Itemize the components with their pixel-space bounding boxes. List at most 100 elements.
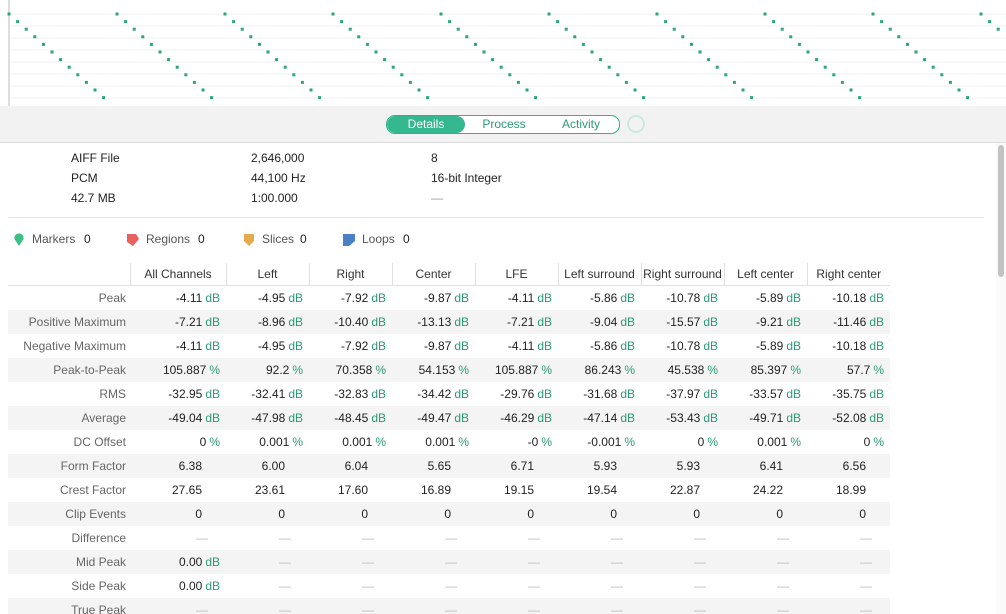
cell-value: 0 [278,507,285,521]
vertical-scrollbar[interactable] [996,143,1006,614]
cell-value: 27.65 [171,483,202,497]
cell-unit: dB [454,291,469,305]
table-cell: — [392,598,475,614]
row-label: Average [8,406,130,430]
table-cell: -5.86 dB [558,286,641,311]
cell-unit: dB [703,339,718,353]
scrollbar-thumb[interactable] [998,145,1004,277]
cell-unit: dB [371,315,386,329]
table-cell: -4.11 dB [475,286,558,311]
table-row: Mid Peak 0.00 dB — — — — — — — — [8,550,890,574]
table-cell: -49.47 dB [392,406,475,430]
column-header[interactable]: Center [391,263,475,286]
cell-value: 0 [859,507,866,521]
cell-value: -4.95 [257,339,286,353]
table-cell: — [807,550,890,574]
cell-value: 0.00 [178,555,203,569]
table-cell: -31.68 dB [558,382,641,406]
waveform-overview[interactable] [0,0,1006,107]
tab-process[interactable]: Process [465,116,543,133]
table-cell: — [226,574,309,598]
tab-details[interactable]: Details [387,116,465,133]
cell-value: -29.76 [500,387,535,401]
table-cell: 0.001% [724,430,807,454]
table-cell: -4.11 dB [130,286,226,311]
column-header[interactable]: LFE [474,263,558,286]
cell-value: -10.18 [832,339,867,353]
cell-value: 0.00 [178,579,203,593]
table-cell: — [558,598,641,614]
table-cell: — [807,526,890,550]
table-cell: -33.57 dB [724,382,807,406]
count-label: Loops [362,232,395,246]
table-cell: -47.14 dB [558,406,641,430]
cell-value: — [445,531,457,545]
cell-value: -49.71 [749,411,784,425]
cell-value: — [694,555,706,569]
cell-value: 6.00 [261,459,285,473]
cell-value: -49.04 [168,411,203,425]
table-row: Side Peak 0.00 dB — — — — — — — — [8,574,890,598]
row-label: Peak [98,291,126,305]
table-cell: 86.243% [558,358,641,382]
cell-unit: dB [620,315,635,329]
column-header[interactable]: Right [308,263,392,286]
table-cell: — [807,598,890,614]
table-cell: 6.04 [309,454,392,478]
table-cell: -49.04 dB [130,406,226,430]
table-cell: 70.358% [309,358,392,382]
table-cell: -7.92 dB [309,286,392,311]
cell-value: 0 [697,435,705,449]
cell-value: — [777,603,789,614]
table-cell: — [226,598,309,614]
cell-value: -15.57 [666,315,701,329]
column-header[interactable]: Right surround [640,263,724,286]
tab-activity[interactable]: Activity [543,116,619,133]
cell-value: 0 [199,435,207,449]
table-cell: 0 [558,502,641,526]
cell-value: 22.87 [669,483,700,497]
table-cell: 5.93 [641,454,724,478]
table-row: Form Factor 6.38 6.00 6.04 5.65 6.71 5.93 5.93 6… [8,454,890,478]
table-cell: -34.42 dB [392,382,475,406]
table-cell: — [475,526,558,550]
cell-unit: dB [537,315,552,329]
table-cell: — [309,526,392,550]
table-cell: 0 [724,502,807,526]
cell-unit: % [624,363,635,377]
column-header[interactable]: Left surround [557,263,641,286]
table-row: Positive Maximum -7.21 dB -8.96 dB -10.40 dB -1… [8,310,890,334]
cell-unit: % [624,435,635,449]
column-header[interactable]: All Channels [129,263,226,286]
column-header[interactable]: Left [225,263,309,286]
table-cell: — [130,598,226,614]
cell-value: 6.41 [759,459,783,473]
cell-value: -48.45 [334,411,369,425]
count-label: Regions [146,232,191,246]
table-row: Crest Factor 27.65 23.61 17.60 16.89 19.15 19.… [8,478,890,502]
info-value: 16-bit Integer [431,171,502,185]
table-cell: 0% [641,430,724,454]
table-cell: 45.538% [641,358,724,382]
marker-icon [14,233,24,246]
cell-value: -10.78 [666,339,701,353]
cell-unit: dB [786,339,801,353]
cell-value: — [860,555,872,569]
cell-value: 5.93 [593,459,617,473]
table-cell: -10.78 dB [641,286,724,311]
table-cell: 6.71 [475,454,558,478]
table-cell: — [475,574,558,598]
cell-value: -37.97 [666,387,701,401]
cell-value: -53.43 [666,411,701,425]
column-header[interactable]: Left center [723,263,807,286]
table-cell: — [641,598,724,614]
table-cell: -0.001% [558,430,641,454]
cell-unit: dB [786,291,801,305]
cell-value: 92.2 [265,363,290,377]
info-value: PCM [71,171,98,185]
region-icon [127,234,139,246]
cell-unit: dB [454,387,469,401]
cell-unit: dB [537,387,552,401]
column-header[interactable]: Right center [806,263,890,286]
cell-value: — [279,555,291,569]
